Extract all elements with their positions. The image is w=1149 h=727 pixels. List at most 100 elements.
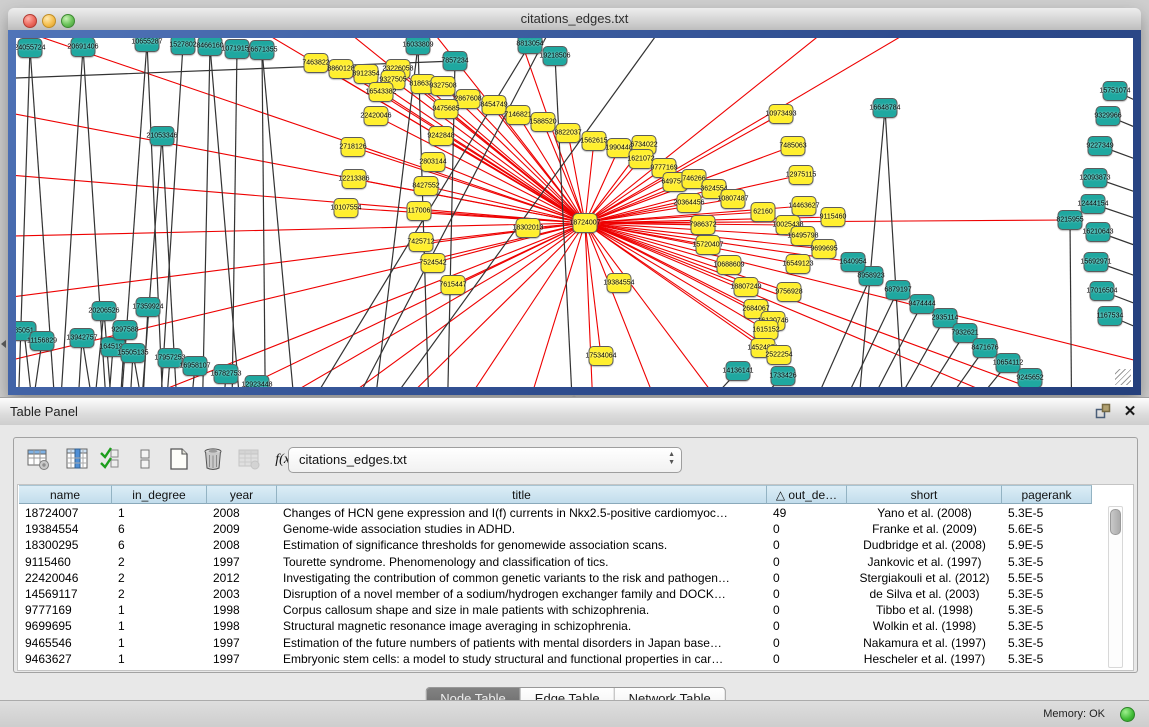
graph-node[interactable]: 12975115 — [789, 165, 814, 185]
graph-node[interactable]: 8215955 — [1058, 210, 1083, 230]
graph-node[interactable]: 7146821 — [506, 105, 531, 125]
graph-node[interactable]: 15505135 — [121, 343, 146, 363]
graph-node[interactable]: 8912354 — [354, 64, 379, 84]
graph-edge[interactable] — [837, 304, 922, 387]
graph-node[interactable]: 19218506 — [543, 46, 568, 66]
graph-node[interactable]: 16033809 — [406, 38, 431, 55]
scrollbar-thumb[interactable] — [1110, 509, 1121, 535]
graph-node[interactable]: 1167534 — [1098, 306, 1123, 326]
graph-node[interactable]: 1615152 — [754, 320, 779, 340]
graph-node[interactable]: 12093873 — [1083, 168, 1108, 188]
graph-edge[interactable] — [585, 223, 1133, 387]
graph-node[interactable]: 10107554 — [334, 198, 359, 218]
column-header-pagerank[interactable]: pagerank — [1002, 485, 1092, 504]
graph-node[interactable]: 7615447 — [441, 275, 466, 295]
window-titlebar[interactable]: citations_edges.txt — [8, 8, 1141, 31]
graph-node[interactable]: 22420046 — [364, 106, 389, 126]
graph-node[interactable]: 8427552 — [414, 176, 439, 196]
table-row[interactable]: 911546021997Tourette syndrome. Phenomeno… — [18, 554, 1108, 570]
graph-node[interactable]: 1640954 — [841, 252, 866, 272]
vertical-scrollbar[interactable] — [1108, 506, 1123, 668]
graph-node[interactable]: 16958107 — [183, 356, 208, 376]
graph-edge[interactable] — [326, 223, 585, 387]
graph-edge[interactable] — [146, 223, 585, 387]
graph-node[interactable]: 8454749 — [482, 95, 507, 115]
delete-table-button[interactable] — [198, 445, 228, 475]
graph-node[interactable]: 12444154 — [1081, 194, 1106, 214]
graph-edge[interactable] — [201, 46, 210, 387]
graph-node[interactable]: 7485063 — [781, 136, 806, 156]
graph-node[interactable]: 1733426 — [771, 366, 796, 386]
graph-node[interactable]: 14136141 — [726, 361, 751, 381]
clear-row-selection-button[interactable] — [130, 445, 160, 475]
graph-edge[interactable] — [585, 38, 966, 223]
graph-node[interactable]: 18302013 — [516, 218, 541, 238]
graph-node[interactable]: 8822037 — [556, 123, 581, 143]
graph-node[interactable]: 1588520 — [531, 112, 556, 132]
new-table-button[interactable] — [164, 445, 194, 475]
graph-node[interactable]: 9297588 — [113, 320, 138, 340]
graph-node[interactable]: 8471676 — [973, 338, 998, 358]
splitter-collapse-arrow[interactable] — [1, 340, 6, 348]
resize-grip[interactable] — [1115, 369, 1131, 385]
graph-node[interactable]: 16210643 — [1086, 222, 1111, 242]
table-row[interactable]: 1830029562008Estimation of significance … — [18, 537, 1108, 553]
column-header-out-de-[interactable]: △ out_de… — [767, 485, 847, 504]
column-header-short[interactable]: short — [847, 485, 1002, 504]
graph-node[interactable]: 9245652 — [1018, 368, 1043, 387]
network-canvas[interactable]: 1872400788220371562615199044867340221621… — [16, 38, 1133, 387]
show-column-button[interactable] — [62, 445, 92, 475]
table-selector[interactable]: citations_edges.txt ▲▼ — [288, 447, 682, 473]
graph-node[interactable]: 10654112 — [996, 353, 1021, 373]
graph-node[interactable]: 10688609 — [717, 255, 742, 275]
graph-node[interactable]: 16543382 — [369, 82, 394, 102]
float-panel-button[interactable] — [1095, 403, 1113, 421]
graph-node[interactable]: 18724007 — [573, 213, 598, 233]
close-panel-button[interactable]: ✕ — [1121, 403, 1139, 421]
graph-edge[interactable] — [885, 108, 906, 387]
graph-node[interactable]: 1562615 — [582, 131, 607, 151]
graph-edge[interactable] — [860, 318, 945, 387]
graph-node[interactable]: 16782753 — [214, 364, 239, 384]
graph-node[interactable]: 2522254 — [767, 345, 792, 365]
graph-node[interactable]: 14463627 — [792, 196, 817, 216]
graph-node[interactable]: 17534064 — [589, 346, 614, 366]
graph-node[interactable]: 17016504 — [1090, 281, 1115, 301]
graph-node[interactable]: 16671355 — [250, 40, 275, 60]
graph-node[interactable]: 117006 — [407, 201, 432, 221]
graph-node[interactable]: 24055724 — [18, 38, 43, 58]
table-row[interactable]: 946554611997Estimation of the future num… — [18, 635, 1108, 651]
graph-edge[interactable] — [262, 50, 301, 387]
graph-edge[interactable] — [16, 98, 585, 223]
graph-node[interactable]: 9242848 — [429, 126, 454, 146]
graph-node[interactable]: 20364456 — [677, 193, 702, 213]
graph-edge[interactable] — [585, 141, 594, 223]
graph-node[interactable]: 9475685 — [434, 99, 459, 119]
graph-edge[interactable] — [854, 108, 885, 387]
graph-node[interactable]: 8860128 — [329, 59, 354, 79]
graph-node[interactable]: 7524542 — [421, 253, 446, 273]
graph-node[interactable]: 10655287 — [135, 38, 160, 52]
graph-edge[interactable] — [585, 223, 1133, 387]
graph-node[interactable]: 7463822 — [304, 53, 329, 73]
graph-node[interactable]: 15720407 — [696, 235, 721, 255]
graph-node[interactable]: 17359924 — [136, 297, 161, 317]
graph-node[interactable]: 11156829 — [30, 331, 55, 351]
table-settings-button[interactable] — [24, 445, 54, 475]
graph-edge[interactable] — [16, 223, 585, 238]
graph-node[interactable]: 16648784 — [873, 98, 898, 118]
graph-node[interactable]: 9227349 — [1088, 136, 1113, 156]
select-all-rows-button[interactable] — [96, 445, 126, 475]
table-row[interactable]: 946362711997Embryonic stem cells: a mode… — [18, 651, 1108, 667]
import-table-button[interactable] — [234, 445, 264, 475]
graph-node[interactable]: 9474444 — [910, 294, 935, 314]
table-row[interactable]: 1872400712008Changes of HCN gene express… — [18, 505, 1108, 521]
graph-edge[interactable] — [16, 223, 585, 308]
graph-node[interactable]: 2803144 — [421, 152, 446, 172]
graph-node[interactable]: 2718126 — [341, 137, 366, 157]
graph-node[interactable]: 20691406 — [71, 38, 96, 57]
graph-node[interactable]: 21053346 — [150, 126, 175, 146]
column-header-year[interactable]: year — [207, 485, 277, 504]
graph-edge[interactable] — [441, 136, 585, 223]
table-row[interactable]: 1938455462009Genome-wide association stu… — [18, 521, 1108, 537]
